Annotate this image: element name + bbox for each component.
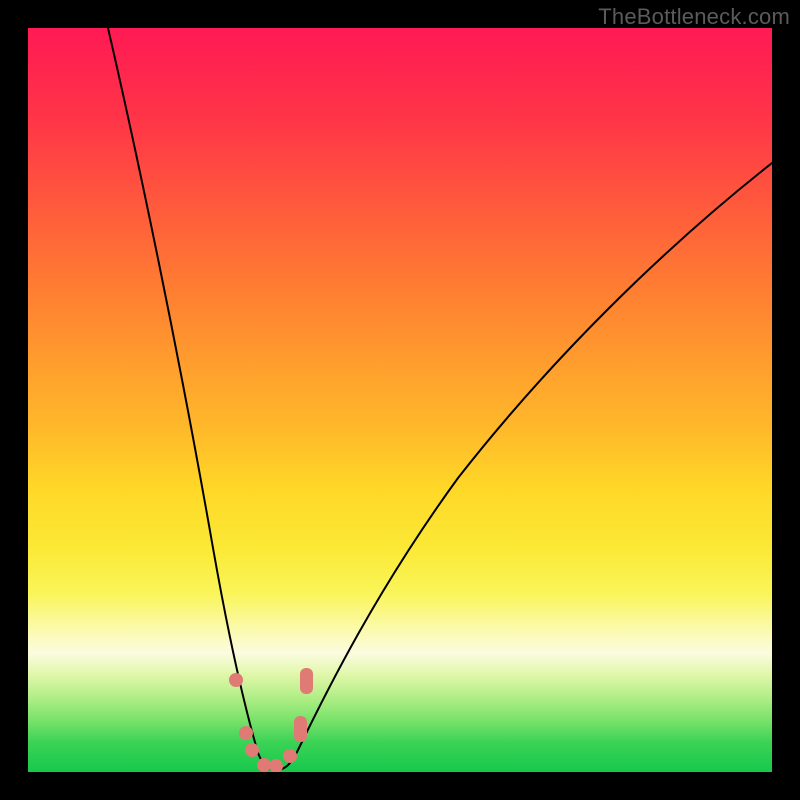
plot-area [28, 28, 772, 772]
bottleneck-curve [28, 28, 772, 772]
curve-left-branch [108, 28, 276, 770]
curve-right-branch [276, 163, 772, 770]
curve-markers [229, 668, 313, 772]
watermark-text: TheBottleneck.com [598, 4, 790, 30]
